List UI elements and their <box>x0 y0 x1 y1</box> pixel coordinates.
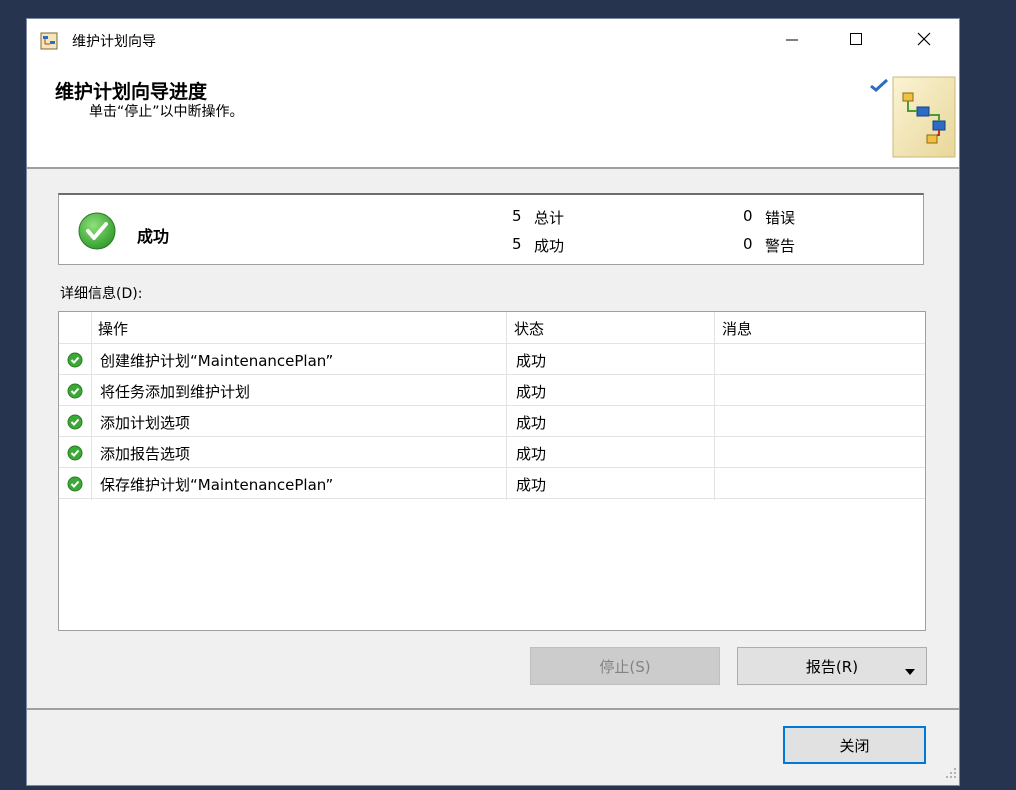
row-status: 成功 <box>516 443 546 464</box>
total-count: 5 <box>512 207 522 225</box>
wizard-header: 维护计划向导进度 单击“停止”以中断操作。 <box>27 63 959 169</box>
wizard-window: 维护计划向导 维护计划向导进度 单击“停止”以中断操作。 <box>26 18 960 786</box>
table-row[interactable]: 将任务添加到维护计划 成功 <box>59 375 925 406</box>
warning-label: 警告 <box>765 235 795 256</box>
summary-panel: 成功 5 总计 5 成功 0 错误 0 警告 <box>58 193 924 265</box>
table-row[interactable]: 添加报告选项 成功 <box>59 437 925 468</box>
success-row-icon <box>67 476 83 496</box>
window-title: 维护计划向导 <box>72 31 156 51</box>
grid-header: 操作 状态 消息 <box>59 312 925 344</box>
column-header-action[interactable]: 操作 <box>98 318 128 339</box>
row-status: 成功 <box>516 474 546 495</box>
row-action: 创建维护计划“MaintenancePlan” <box>100 350 333 371</box>
maximize-icon <box>849 32 863 50</box>
details-grid[interactable]: 操作 状态 消息 创建维护计划“MaintenancePlan” 成功 将任务添… <box>58 311 926 631</box>
table-row[interactable]: 添加计划选项 成功 <box>59 406 925 437</box>
report-button[interactable]: 报告(R) <box>737 647 927 685</box>
error-count: 0 <box>743 207 753 225</box>
total-label: 总计 <box>534 207 564 228</box>
minimize-button[interactable] <box>769 19 815 63</box>
close-icon <box>917 32 931 50</box>
footer-divider <box>27 708 959 710</box>
success-row-icon <box>67 414 83 434</box>
row-action: 保存维护计划“MaintenancePlan” <box>100 474 333 495</box>
row-action: 添加报告选项 <box>100 443 190 464</box>
row-action: 添加计划选项 <box>100 412 190 433</box>
success-row-icon <box>67 383 83 403</box>
row-status: 成功 <box>516 381 546 402</box>
success-count: 5 <box>512 235 522 253</box>
report-button-label: 报告(R) <box>806 656 858 677</box>
column-header-message[interactable]: 消息 <box>722 318 752 339</box>
warning-count: 0 <box>743 235 753 253</box>
stop-button[interactable]: 停止(S) <box>530 647 720 685</box>
title-bar[interactable]: 维护计划向导 <box>27 19 959 63</box>
success-row-icon <box>67 445 83 465</box>
wizard-app-icon <box>40 32 58 50</box>
close-window-button[interactable] <box>901 19 947 63</box>
summary-status: 成功 <box>137 223 169 247</box>
minimize-icon <box>785 32 799 50</box>
checkmark-icon <box>869 77 889 97</box>
page-title: 维护计划向导进度 <box>55 77 207 104</box>
success-label: 成功 <box>534 235 564 256</box>
dropdown-arrow-icon[interactable] <box>904 662 916 680</box>
row-action: 将任务添加到维护计划 <box>100 381 250 402</box>
details-label: 详细信息(D): <box>60 283 142 303</box>
close-button[interactable]: 关闭 <box>783 726 926 764</box>
row-status: 成功 <box>516 350 546 371</box>
check-circle-icon <box>77 211 117 255</box>
resize-grip-icon[interactable] <box>945 767 957 783</box>
table-row[interactable]: 保存维护计划“MaintenancePlan” 成功 <box>59 468 925 499</box>
page-subtitle: 单击“停止”以中断操作。 <box>89 101 244 121</box>
row-status: 成功 <box>516 412 546 433</box>
flowchart-graphic-icon <box>887 73 959 169</box>
table-row[interactable]: 创建维护计划“MaintenancePlan” 成功 <box>59 344 925 375</box>
success-row-icon <box>67 352 83 372</box>
maximize-button[interactable] <box>833 19 879 63</box>
column-header-status[interactable]: 状态 <box>514 318 544 339</box>
error-label: 错误 <box>765 207 795 228</box>
